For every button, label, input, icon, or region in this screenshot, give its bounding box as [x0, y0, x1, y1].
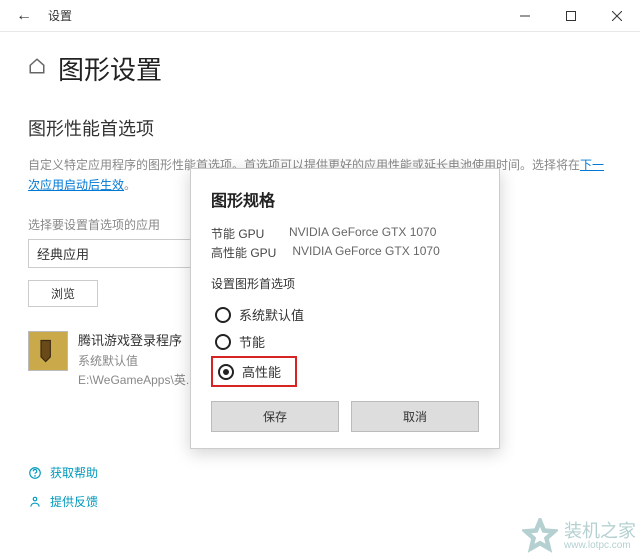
desc-suffix: 。: [124, 178, 136, 192]
feedback-icon: [28, 495, 42, 509]
gpu-saving-label: 节能 GPU: [211, 225, 273, 242]
feedback-label: 提供反馈: [50, 493, 98, 510]
help-link[interactable]: 获取帮助: [28, 464, 98, 481]
app-path: E:\WeGameApps\英...: [78, 371, 196, 390]
help-icon: [28, 466, 42, 480]
back-button[interactable]: ←: [8, 7, 40, 25]
app-name: 腾讯游戏登录程序: [78, 331, 196, 352]
highlight-box: 高性能: [211, 356, 297, 387]
gpu-saving-row: 节能 GPU NVIDIA GeForce GTX 1070: [211, 225, 479, 242]
watermark: 装机之家 www.lotpc.com: [522, 518, 636, 554]
app-type-combobox[interactable]: 经典应用 ⌄: [28, 239, 208, 268]
home-icon: [28, 57, 46, 80]
help-label: 获取帮助: [50, 464, 98, 481]
maximize-button[interactable]: [548, 0, 594, 32]
browse-button[interactable]: 浏览: [28, 280, 98, 307]
window-title: 设置: [48, 7, 72, 24]
page-header: 图形设置: [28, 50, 612, 87]
feedback-link[interactable]: 提供反馈: [28, 493, 98, 510]
page-title: 图形设置: [58, 50, 162, 87]
close-button[interactable]: [594, 0, 640, 32]
radio-label: 节能: [239, 332, 265, 351]
titlebar: ← 设置: [0, 0, 640, 32]
dialog-buttons: 保存 取消: [211, 401, 479, 432]
radio-label: 高性能: [242, 362, 281, 381]
gpu-performance-row: 高性能 GPU NVIDIA GeForce GTX 1070: [211, 244, 479, 261]
radio-label: 系统默认值: [239, 305, 304, 324]
app-info: 腾讯游戏登录程序 系统默认值 E:\WeGameApps\英...: [78, 331, 196, 390]
cancel-button[interactable]: 取消: [351, 401, 479, 432]
dialog-title: 图形规格: [211, 187, 479, 211]
gpu-performance-value: NVIDIA GeForce GTX 1070: [292, 244, 439, 261]
preference-section-label: 设置图形首选项: [211, 275, 479, 292]
window-controls: [502, 0, 640, 32]
section-heading: 图形性能首选项: [28, 115, 612, 141]
radio-option-performance[interactable]: 高性能: [214, 359, 285, 384]
app-default-label: 系统默认值: [78, 352, 196, 371]
watermark-text: 装机之家 www.lotpc.com: [564, 522, 636, 551]
radio-option-default[interactable]: 系统默认值: [211, 302, 479, 327]
gpu-performance-label: 高性能 GPU: [211, 244, 276, 261]
star-icon: [522, 518, 558, 554]
save-button[interactable]: 保存: [211, 401, 339, 432]
footer: 获取帮助 提供反馈: [28, 452, 98, 510]
app-icon: [28, 331, 68, 371]
graphics-spec-dialog: 图形规格 节能 GPU NVIDIA GeForce GTX 1070 高性能 …: [190, 168, 500, 449]
combobox-value: 经典应用: [37, 244, 89, 263]
minimize-button[interactable]: [502, 0, 548, 32]
radio-icon: [215, 334, 231, 350]
radio-icon: [218, 364, 234, 380]
radio-option-saving[interactable]: 节能: [211, 329, 479, 354]
radio-icon: [215, 307, 231, 323]
gpu-saving-value: NVIDIA GeForce GTX 1070: [289, 225, 436, 242]
